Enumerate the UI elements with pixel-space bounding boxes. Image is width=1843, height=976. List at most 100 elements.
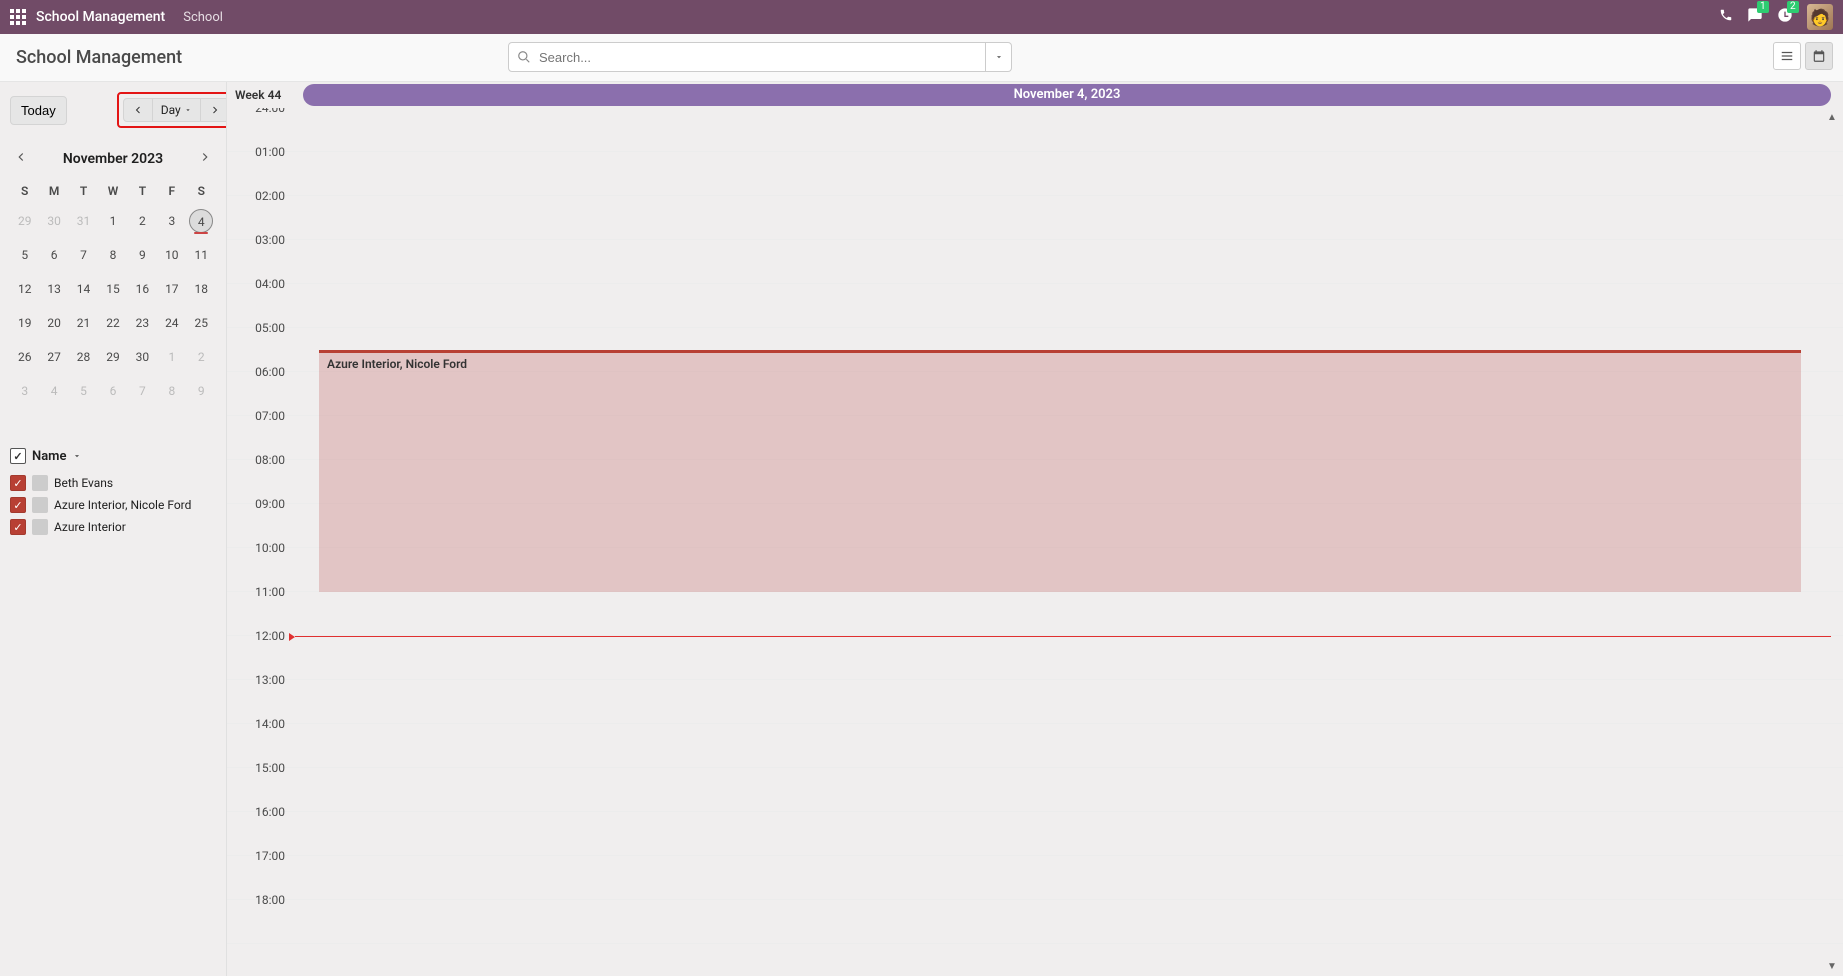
calendar-day[interactable]: 29 — [98, 340, 127, 374]
filter-label: Beth Evans — [54, 476, 113, 490]
prev-month-button[interactable] — [14, 150, 28, 168]
view-list-button[interactable] — [1773, 42, 1801, 70]
sidebar: Today Day November 2023 SMTWTFS 29303112… — [0, 82, 226, 976]
activity-icon[interactable]: 2 — [1777, 7, 1793, 27]
calendar-day[interactable]: 18 — [187, 272, 216, 306]
filter-avatar — [32, 475, 48, 491]
next-day-button[interactable] — [200, 98, 226, 122]
calendar-day[interactable]: 22 — [98, 306, 127, 340]
user-avatar[interactable]: 🧑 — [1807, 4, 1833, 30]
calendar-day[interactable]: 16 — [128, 272, 157, 306]
filter-item[interactable]: ✓Azure Interior — [10, 516, 216, 538]
hour-label: 08:00 — [227, 452, 295, 495]
day-pill[interactable]: November 4, 2023 — [303, 84, 1831, 106]
calendar-day[interactable]: 6 — [98, 374, 127, 408]
calendar-day[interactable]: 31 — [69, 204, 98, 238]
hour-label: 02:00 — [227, 188, 295, 231]
calendar-day[interactable]: 28 — [69, 340, 98, 374]
calendar-day[interactable]: 26 — [10, 340, 39, 374]
hour-label: 14:00 — [227, 716, 295, 759]
filter-checkbox[interactable]: ✓ — [10, 497, 26, 513]
scroll-indicator: ▲▼ — [1827, 112, 1841, 972]
calendar-day[interactable]: 30 — [39, 204, 68, 238]
search-options-caret[interactable] — [986, 42, 1012, 72]
calendar-day[interactable]: 17 — [157, 272, 186, 306]
week-label: Week 44 — [235, 88, 291, 102]
calendar-day[interactable]: 13 — [39, 272, 68, 306]
calendar-day[interactable]: 3 — [10, 374, 39, 408]
calendar-event[interactable]: Azure Interior, Nicole Ford — [319, 350, 1801, 592]
calendar-day[interactable]: 30 — [128, 340, 157, 374]
arrow-right-icon — [209, 104, 221, 116]
filter-checkbox[interactable]: ✓ — [10, 475, 26, 491]
activity-badge: 2 — [1787, 1, 1799, 13]
calendar-day[interactable]: 5 — [10, 238, 39, 272]
calendar-day[interactable]: 21 — [69, 306, 98, 340]
calendar-day[interactable]: 2 — [128, 204, 157, 238]
scale-dropdown[interactable]: Day — [153, 98, 200, 122]
hour-label: 17:00 — [227, 848, 295, 891]
hour-label: 18:00 — [227, 892, 295, 935]
prev-day-button[interactable] — [123, 98, 153, 122]
calendar-day[interactable]: 6 — [39, 238, 68, 272]
hour-label: 16:00 — [227, 804, 295, 847]
search-box[interactable] — [508, 42, 986, 72]
menu-school[interactable]: School — [183, 10, 223, 25]
calendar-day[interactable]: 8 — [157, 374, 186, 408]
calendar-day[interactable]: 14 — [69, 272, 98, 306]
calendar-day[interactable]: 4 — [187, 204, 216, 238]
calendar-day[interactable]: 27 — [39, 340, 68, 374]
calendar-day[interactable]: 7 — [128, 374, 157, 408]
calendar-day[interactable]: 12 — [10, 272, 39, 306]
search-icon — [517, 50, 531, 64]
hour-label: 11:00 — [227, 584, 295, 627]
hour-label: 12:00 — [227, 628, 295, 671]
calendar-day[interactable]: 25 — [187, 306, 216, 340]
calendar-day[interactable]: 19 — [10, 306, 39, 340]
calendar-day[interactable]: 10 — [157, 238, 186, 272]
calendar-day[interactable]: 20 — [39, 306, 68, 340]
hour-label: 04:00 — [227, 276, 295, 319]
hour-label: 03:00 — [227, 232, 295, 275]
search-input[interactable] — [539, 50, 977, 65]
calendar-day[interactable]: 9 — [128, 238, 157, 272]
hour-label: 01:00 — [227, 144, 295, 187]
hour-label: 13:00 — [227, 672, 295, 715]
today-button[interactable]: Today — [10, 96, 67, 125]
calendar-day[interactable]: 7 — [69, 238, 98, 272]
chat-icon[interactable]: 1 — [1747, 7, 1763, 27]
day-view: Week 44 November 4, 2023 24:0001:0002:00… — [226, 82, 1843, 976]
view-calendar-button[interactable] — [1805, 42, 1833, 70]
filter-header[interactable]: ✓ Name — [10, 448, 216, 464]
calendar-day[interactable]: 1 — [157, 340, 186, 374]
apps-icon[interactable] — [10, 9, 26, 25]
app-title[interactable]: School Management — [36, 9, 165, 25]
hour-label: 06:00 — [227, 364, 295, 407]
filter-item[interactable]: ✓ Beth Evans — [10, 472, 216, 494]
hour-label: 07:00 — [227, 408, 295, 451]
calendar-day[interactable]: 15 — [98, 272, 127, 306]
calendar-day[interactable]: 4 — [39, 374, 68, 408]
phone-icon[interactable] — [1719, 8, 1733, 26]
hour-label: 24:00 — [227, 108, 295, 143]
filter-checkbox[interactable]: ✓ — [10, 519, 26, 535]
calendar-day[interactable]: 24 — [157, 306, 186, 340]
filter-label: Azure Interior, Nicole Ford — [54, 498, 191, 512]
calendar-day[interactable]: 29 — [10, 204, 39, 238]
next-month-button[interactable] — [198, 150, 212, 168]
calendar-day[interactable]: 9 — [187, 374, 216, 408]
calendar-day[interactable]: 23 — [128, 306, 157, 340]
calendar-day[interactable]: 1 — [98, 204, 127, 238]
now-indicator — [295, 636, 1831, 637]
calendar-day[interactable]: 5 — [69, 374, 98, 408]
filter-item[interactable]: ✓ Azure Interior, Nicole Ford — [10, 494, 216, 516]
mini-calendar: SMTWTFS 29303112345678910111213141516171… — [10, 178, 216, 408]
calendar-day[interactable]: 11 — [187, 238, 216, 272]
month-title: November 2023 — [63, 151, 163, 167]
top-navbar: School Management School 1 2 🧑 — [0, 0, 1843, 34]
time-grid[interactable]: 24:0001:0002:0003:0004:0005:0006:0007:00… — [227, 108, 1843, 976]
calendar-day[interactable]: 8 — [98, 238, 127, 272]
calendar-day[interactable]: 3 — [157, 204, 186, 238]
calendar-day[interactable]: 2 — [187, 340, 216, 374]
date-nav-group: Day — [117, 92, 226, 128]
